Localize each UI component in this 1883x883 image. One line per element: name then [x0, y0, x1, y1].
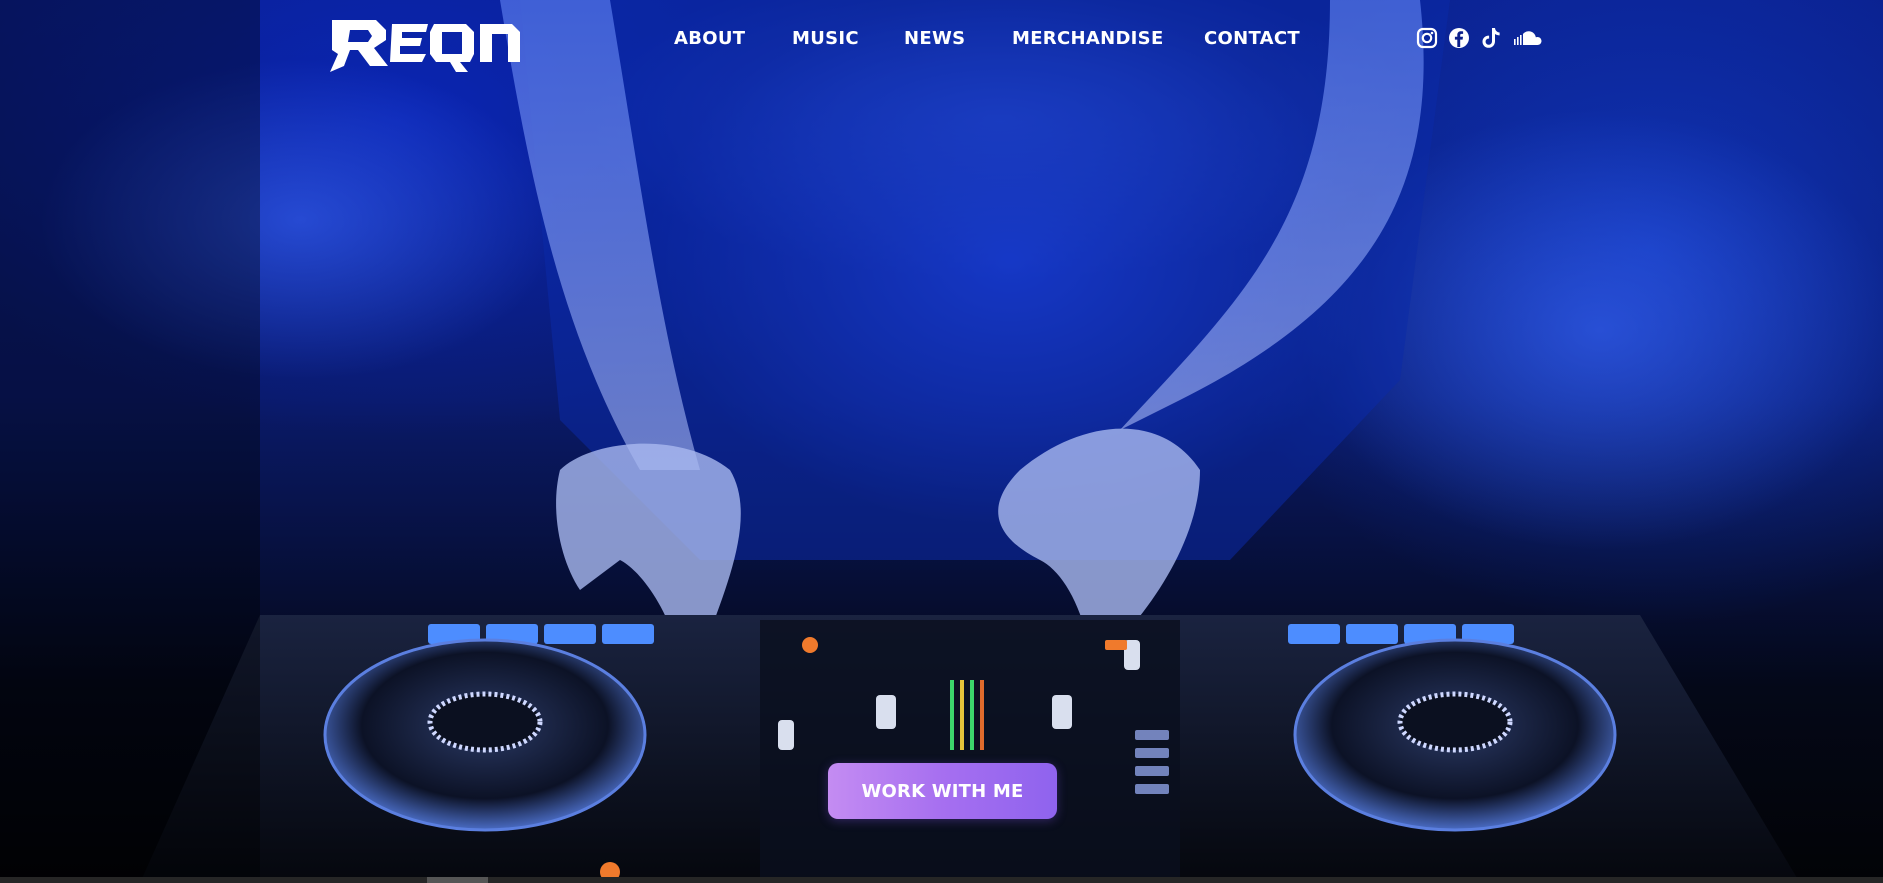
nav-link-music[interactable]: MUSIC [792, 28, 859, 49]
work-with-me-button[interactable]: WORK WITH ME [828, 763, 1057, 819]
social-links [1416, 26, 1542, 50]
hero-image [0, 0, 1883, 883]
horizontal-scrollbar[interactable] [0, 877, 1883, 883]
nav-link-about[interactable]: ABOUT [674, 28, 745, 49]
instagram-icon[interactable] [1416, 26, 1438, 50]
scrollbar-thumb[interactable] [427, 877, 488, 883]
tiktok-icon[interactable] [1480, 26, 1502, 50]
facebook-icon[interactable] [1448, 26, 1470, 50]
soundcloud-icon[interactable] [1512, 26, 1542, 50]
nav-link-contact[interactable]: CONTACT [1204, 28, 1300, 49]
hero-section: ABOUT MUSIC NEWS MERCHANDISE CONTACT WOR… [0, 0, 1883, 883]
main-nav: ABOUT MUSIC NEWS MERCHANDISE CONTACT [0, 28, 1883, 56]
nav-link-merchandise[interactable]: MERCHANDISE [1012, 28, 1164, 49]
nav-link-news[interactable]: NEWS [904, 28, 965, 49]
